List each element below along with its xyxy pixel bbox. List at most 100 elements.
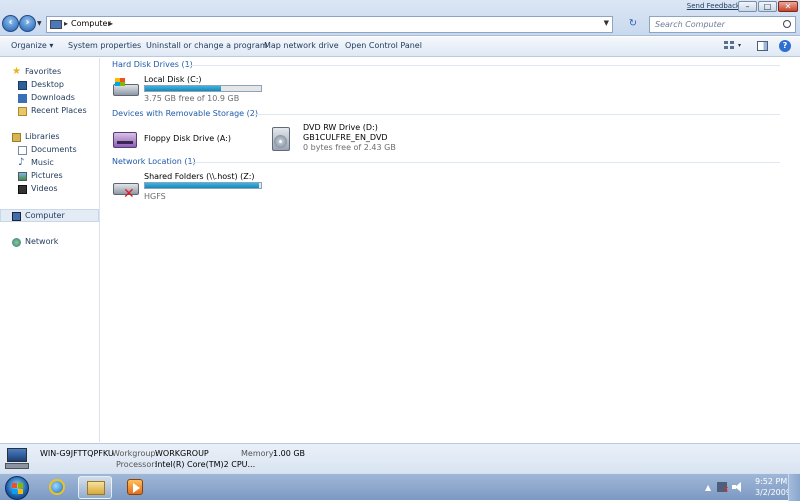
sidebar-item-label: Libraries [25, 132, 60, 141]
show-desktop-button[interactable] [788, 474, 800, 501]
floppy-drive-name[interactable]: Floppy Disk Drive (A:) [144, 134, 231, 143]
sidebar-item-pictures[interactable]: Pictures [0, 170, 99, 183]
group-divider [189, 162, 780, 163]
computer-name: WIN-G9JFTTQPFKU [40, 449, 114, 458]
shared-folders-usage-bar [144, 182, 262, 189]
processor-value: Intel(R) Core(TM)2 CPU... [155, 460, 256, 469]
local-disk-name[interactable]: Local Disk (C:) [144, 75, 202, 84]
content-area: Hard Disk Drives (1) Local Disk (C:) 3.7… [101, 58, 800, 442]
recent-pages-dropdown[interactable]: ▼ [37, 20, 42, 27]
star-icon: ★ [12, 66, 21, 77]
breadcrumb-computer[interactable]: Computer [71, 19, 111, 28]
view-options-dropdown[interactable]: ▾ [738, 42, 741, 49]
help-icon[interactable]: ? [779, 40, 791, 52]
sidebar-item-videos[interactable]: Videos [0, 183, 99, 196]
network-disconnected-icon: ✕ [722, 485, 729, 494]
group-divider [187, 65, 780, 66]
network-status-icon[interactable]: ✕ [717, 482, 729, 494]
folder-icon [87, 481, 105, 495]
sidebar-item-desktop[interactable]: Desktop [0, 79, 99, 92]
sidebar-item-label: Computer [25, 211, 65, 220]
taskbar: ▲ ✕ 9:52 PM 3/2/2009 [0, 473, 800, 501]
close-button[interactable]: ✕ [778, 1, 798, 12]
memory-value: 1.00 GB [273, 449, 306, 458]
address-bar[interactable]: ▸ Computer ▸ ▼ [46, 16, 613, 33]
sidebar-item-recent-places[interactable]: Recent Places [0, 105, 99, 118]
sidebar-item-downloads[interactable]: Downloads [0, 92, 99, 105]
dvd-drive-name[interactable]: DVD RW Drive (D:) [303, 123, 378, 132]
details-pane: WIN-G9JFTTQPFKU Workgroup: WORKGROUP Mem… [0, 443, 800, 473]
back-button[interactable]: ‹ [2, 15, 19, 32]
breadcrumb-chevron-icon[interactable]: ▸ [109, 19, 113, 28]
search-icon[interactable] [783, 20, 791, 28]
windows-logo-icon [18, 483, 23, 488]
search-input[interactable]: Search Computer [649, 16, 796, 33]
local-disk-free-space: 3.75 GB free of 10.9 GB [144, 94, 240, 103]
open-control-panel-button[interactable]: Open Control Panel [345, 41, 422, 50]
processor-label: Processor: [116, 460, 158, 469]
desktop-icon [18, 81, 27, 90]
local-disk-usage-bar [144, 85, 262, 92]
refresh-button[interactable]: ↻ [626, 16, 640, 33]
shared-folders-name[interactable]: Shared Folders (\\.host) (Z:) [144, 172, 255, 181]
sidebar-item-label: Videos [31, 184, 58, 193]
group-header-removable-storage[interactable]: Devices with Removable Storage (2) [112, 109, 258, 118]
sidebar-item-favorites[interactable]: ★ Favorites [0, 66, 99, 79]
group-header-network-location[interactable]: Network Location (1) [112, 157, 196, 166]
preview-pane-icon[interactable] [757, 41, 768, 51]
documents-icon [18, 146, 27, 155]
group-header-hard-disk-drives[interactable]: Hard Disk Drives (1) [112, 60, 193, 69]
change-view-icon[interactable] [724, 41, 735, 51]
navigation-pane: ★ Favorites Desktop Downloads Recent Pla… [0, 58, 100, 442]
uninstall-program-button[interactable]: Uninstall or change a program [146, 41, 268, 50]
search-placeholder: Search Computer [655, 20, 725, 29]
sidebar-item-libraries[interactable]: Libraries [0, 131, 99, 144]
computer-icon [50, 20, 62, 29]
map-network-drive-button[interactable]: Map network drive [264, 41, 339, 50]
internet-explorer-taskbar-button[interactable] [40, 476, 74, 499]
sidebar-item-documents[interactable]: Documents [0, 144, 99, 157]
sidebar-item-music[interactable]: ♪ Music [0, 157, 99, 170]
minimize-button[interactable]: – [738, 1, 757, 12]
sidebar-item-label: Downloads [31, 93, 75, 102]
media-player-icon [127, 479, 143, 495]
shared-folders-label: HGFS [144, 192, 166, 201]
command-bar: Organize ▾ System properties Uninstall o… [0, 37, 800, 57]
title-bar: Send Feedback – □ ✕ ‹ › ▼ ▸ Computer ▸ ▼… [0, 0, 800, 36]
computer-icon [5, 448, 29, 470]
address-dropdown-icon[interactable]: ▼ [604, 19, 609, 27]
windows-logo-icon [12, 489, 17, 494]
forward-button[interactable]: › [19, 15, 36, 32]
maximize-button[interactable]: □ [758, 1, 777, 12]
windows-explorer-taskbar-button[interactable] [78, 476, 112, 499]
recent-places-icon [18, 107, 27, 116]
show-hidden-icons-button[interactable]: ▲ [705, 483, 711, 492]
breadcrumb-chevron-icon[interactable]: ▸ [64, 19, 68, 28]
sidebar-item-label: Music [31, 158, 54, 167]
clock-time[interactable]: 9:52 PM [755, 477, 787, 486]
clock-date[interactable]: 3/2/2009 [755, 488, 791, 497]
sidebar-item-label: Recent Places [31, 106, 87, 115]
network-drive-disconnected-icon[interactable]: ✕ [111, 178, 141, 202]
usage-fill [145, 183, 259, 188]
sidebar-item-label: Documents [31, 145, 77, 154]
dvd-free-space: 0 bytes free of 2.43 GB [303, 143, 396, 152]
sidebar-item-label: Desktop [31, 80, 64, 89]
computer-icon [12, 212, 21, 221]
floppy-drive-icon[interactable] [111, 128, 139, 150]
organize-button[interactable]: Organize ▾ [11, 41, 53, 50]
libraries-icon [12, 133, 21, 142]
start-button[interactable] [5, 476, 29, 500]
network-icon [12, 238, 21, 247]
dvd-volume-label: GB1CULFRE_EN_DVD [303, 133, 388, 142]
hard-drive-icon[interactable] [111, 78, 141, 100]
media-player-taskbar-button[interactable] [118, 476, 152, 499]
sidebar-item-computer[interactable]: Computer [0, 209, 99, 222]
volume-icon[interactable] [732, 482, 742, 492]
send-feedback-link[interactable]: Send Feedback [687, 2, 740, 10]
downloads-icon [18, 94, 27, 103]
dvd-drive-icon[interactable] [270, 125, 294, 153]
sidebar-item-network[interactable]: Network [0, 236, 99, 249]
group-divider [253, 114, 780, 115]
system-properties-button[interactable]: System properties [68, 41, 141, 50]
